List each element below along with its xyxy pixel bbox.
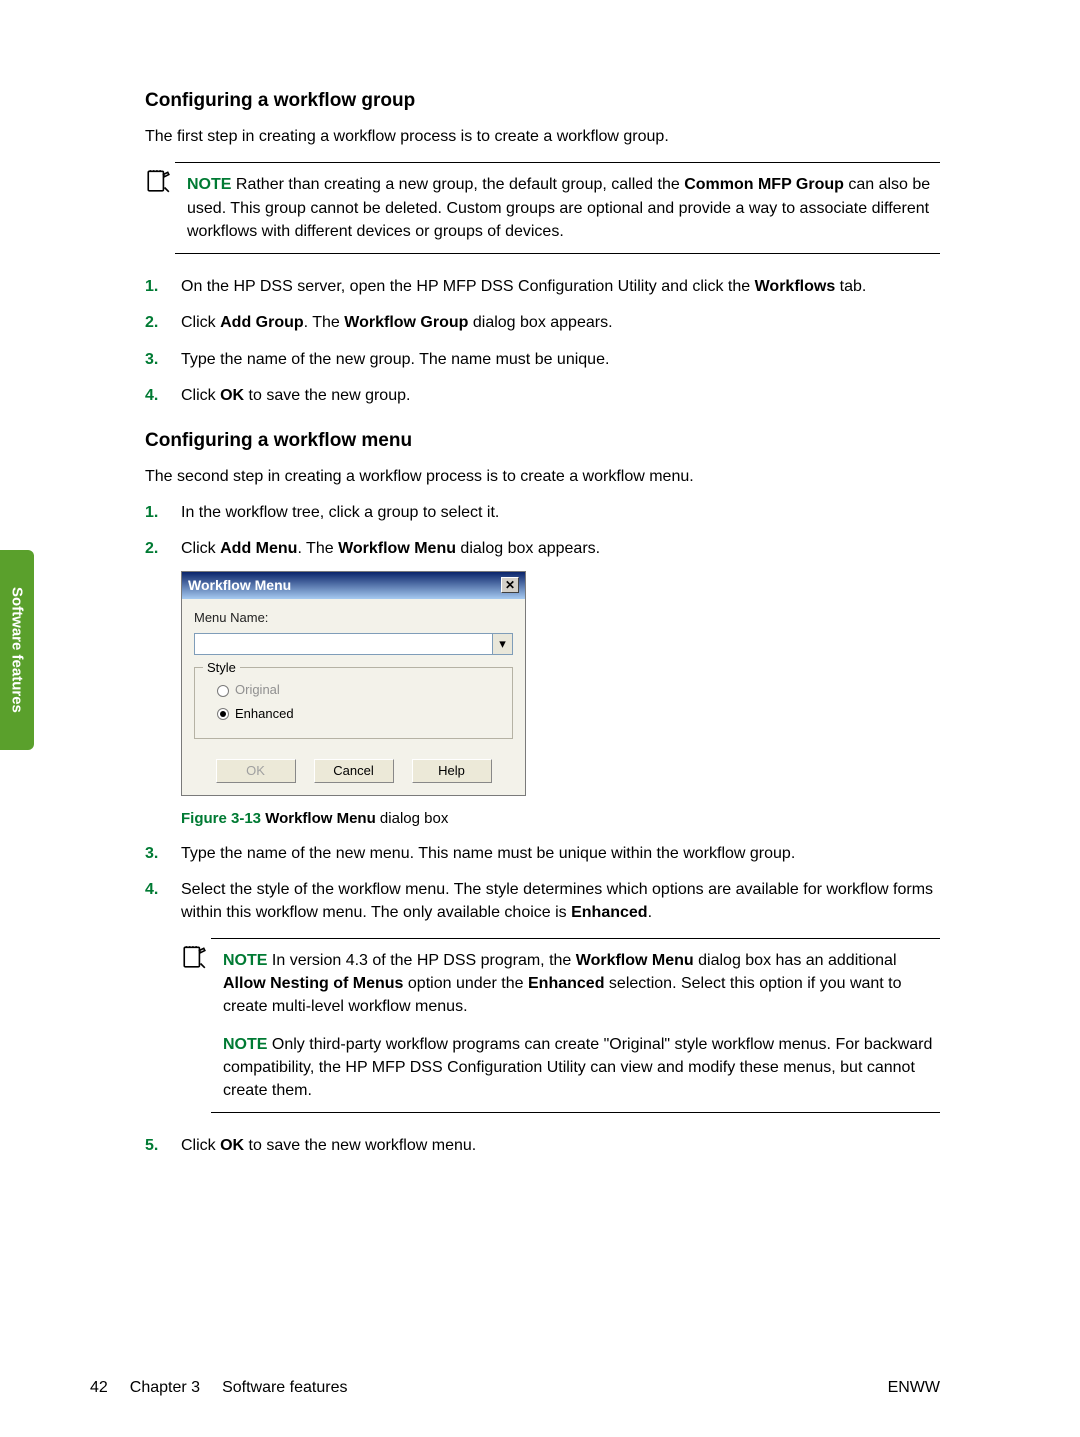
note-content: NOTE Rather than creating a new group, t… <box>175 162 940 254</box>
note-bold: Enhanced <box>528 975 604 992</box>
note-text: Rather than creating a new group, the de… <box>231 176 684 193</box>
note-version-43: NOTE In version 4.3 of the HP DSS progra… <box>181 938 940 1113</box>
note-icon <box>181 938 211 977</box>
dialog-titlebar: Workflow Menu ✕ <box>182 572 525 600</box>
style-fieldset: Style Original Enhanced <box>194 667 513 738</box>
note-label: NOTE <box>223 1036 267 1053</box>
figure-workflow-menu-dialog: Workflow Menu ✕ Menu Name: ▾ <box>181 571 940 796</box>
page-number: 42 <box>90 1379 108 1397</box>
figure-rest: dialog box <box>376 810 449 827</box>
step-text: Click <box>181 387 220 404</box>
radio-label: Enhanced <box>235 705 294 723</box>
step-text: Click <box>181 314 220 331</box>
step-text: to save the new workflow menu. <box>244 1137 476 1154</box>
step-text: Select the style of the workflow menu. T… <box>181 881 933 920</box>
menu-name-combo[interactable]: ▾ <box>194 633 513 655</box>
step-text: . The <box>297 540 338 557</box>
radio-icon <box>217 685 229 697</box>
note-label: NOTE <box>187 176 231 193</box>
step-text: . <box>648 904 652 921</box>
figure-label: Figure 3-13 <box>181 810 261 827</box>
heading-config-group: Configuring a workflow group <box>145 90 940 112</box>
page-content: Configuring a workflow group The first s… <box>0 0 1080 1240</box>
note-common-mfp-group: NOTE Rather than creating a new group, t… <box>145 162 940 254</box>
workflow-menu-dialog: Workflow Menu ✕ Menu Name: ▾ <box>181 571 526 796</box>
step-bold: Workflow Menu <box>338 540 456 557</box>
radio-enhanced[interactable]: Enhanced <box>217 705 500 723</box>
radio-label: Original <box>235 681 280 699</box>
figure-bold: Workflow Menu <box>265 810 376 827</box>
step-4: Select the style of the workflow menu. T… <box>145 879 940 1113</box>
step-text: tab. <box>835 278 866 295</box>
step-text: to save the new group. <box>244 387 410 404</box>
dialog-body: Menu Name: ▾ Style Original <box>182 599 525 795</box>
step-bold: Add Group <box>220 314 304 331</box>
note-text: option under the <box>403 975 528 992</box>
note-label: NOTE <box>223 952 267 969</box>
step-2: Click Add Menu. The Workflow Menu dialog… <box>145 538 940 829</box>
step-bold: OK <box>220 387 244 404</box>
step-3: Type the name of the new menu. This name… <box>145 843 940 865</box>
menu-name-label: Menu Name: <box>194 609 513 627</box>
step-bold: OK <box>220 1137 244 1154</box>
note-bold: Common MFP Group <box>684 176 844 193</box>
cancel-button[interactable]: Cancel <box>314 759 394 783</box>
footer-right: ENWW <box>888 1379 940 1397</box>
note-text: In version 4.3 of the HP DSS program, th… <box>267 952 575 969</box>
step-text: Click <box>181 540 220 557</box>
page-footer: 42 Chapter 3 Software features ENWW <box>90 1379 940 1397</box>
step-text: dialog box appears. <box>456 540 600 557</box>
radio-icon <box>217 708 229 720</box>
menu-name-input[interactable] <box>194 633 493 655</box>
radio-original: Original <box>217 681 500 699</box>
intro-config-menu: The second step in creating a workflow p… <box>145 466 940 488</box>
chapter-label: Chapter 3 <box>130 1379 200 1397</box>
note-bold: Allow Nesting of Menus <box>223 975 403 992</box>
note-icon <box>145 162 175 199</box>
step-bold: Enhanced <box>571 904 647 921</box>
step-5: Click OK to save the new workflow menu. <box>145 1135 940 1157</box>
note-content: NOTE In version 4.3 of the HP DSS progra… <box>211 938 940 1113</box>
note-bold: Workflow Menu <box>576 952 694 969</box>
note-text: dialog box has an additional <box>694 952 897 969</box>
chevron-down-icon: ▾ <box>499 635 506 653</box>
step-bold: Workflows <box>755 278 836 295</box>
step-4: Click OK to save the new group. <box>145 385 940 407</box>
dialog-buttons: OK Cancel Help <box>194 753 513 783</box>
style-legend: Style <box>203 659 240 677</box>
step-3: Type the name of the new group. The name… <box>145 349 940 371</box>
step-1: On the HP DSS server, open the HP MFP DS… <box>145 276 940 298</box>
step-bold: Workflow Group <box>344 314 468 331</box>
dropdown-button[interactable]: ▾ <box>493 633 513 655</box>
step-1: In the workflow tree, click a group to s… <box>145 502 940 524</box>
step-text: Click <box>181 1137 220 1154</box>
step-2: Click Add Group. The Workflow Group dial… <box>145 312 940 334</box>
step-bold: Add Menu <box>220 540 297 557</box>
heading-config-menu: Configuring a workflow menu <box>145 430 940 452</box>
close-button[interactable]: ✕ <box>501 577 519 593</box>
note-text: Only third-party workflow programs can c… <box>223 1036 932 1099</box>
step-text: . The <box>304 314 345 331</box>
step-text: On the HP DSS server, open the HP MFP DS… <box>181 278 755 295</box>
help-button[interactable]: Help <box>412 759 492 783</box>
step-text: dialog box appears. <box>468 314 612 331</box>
ok-button: OK <box>216 759 296 783</box>
steps-config-group: On the HP DSS server, open the HP MFP DS… <box>145 276 940 408</box>
intro-config-group: The first step in creating a workflow pr… <box>145 126 940 148</box>
chapter-title: Software features <box>222 1379 347 1397</box>
dialog-title: Workflow Menu <box>188 576 291 596</box>
close-icon: ✕ <box>505 577 515 594</box>
steps-config-menu-part1: In the workflow tree, click a group to s… <box>145 502 940 1158</box>
figure-caption: Figure 3-13 Workflow Menu dialog box <box>181 808 940 829</box>
